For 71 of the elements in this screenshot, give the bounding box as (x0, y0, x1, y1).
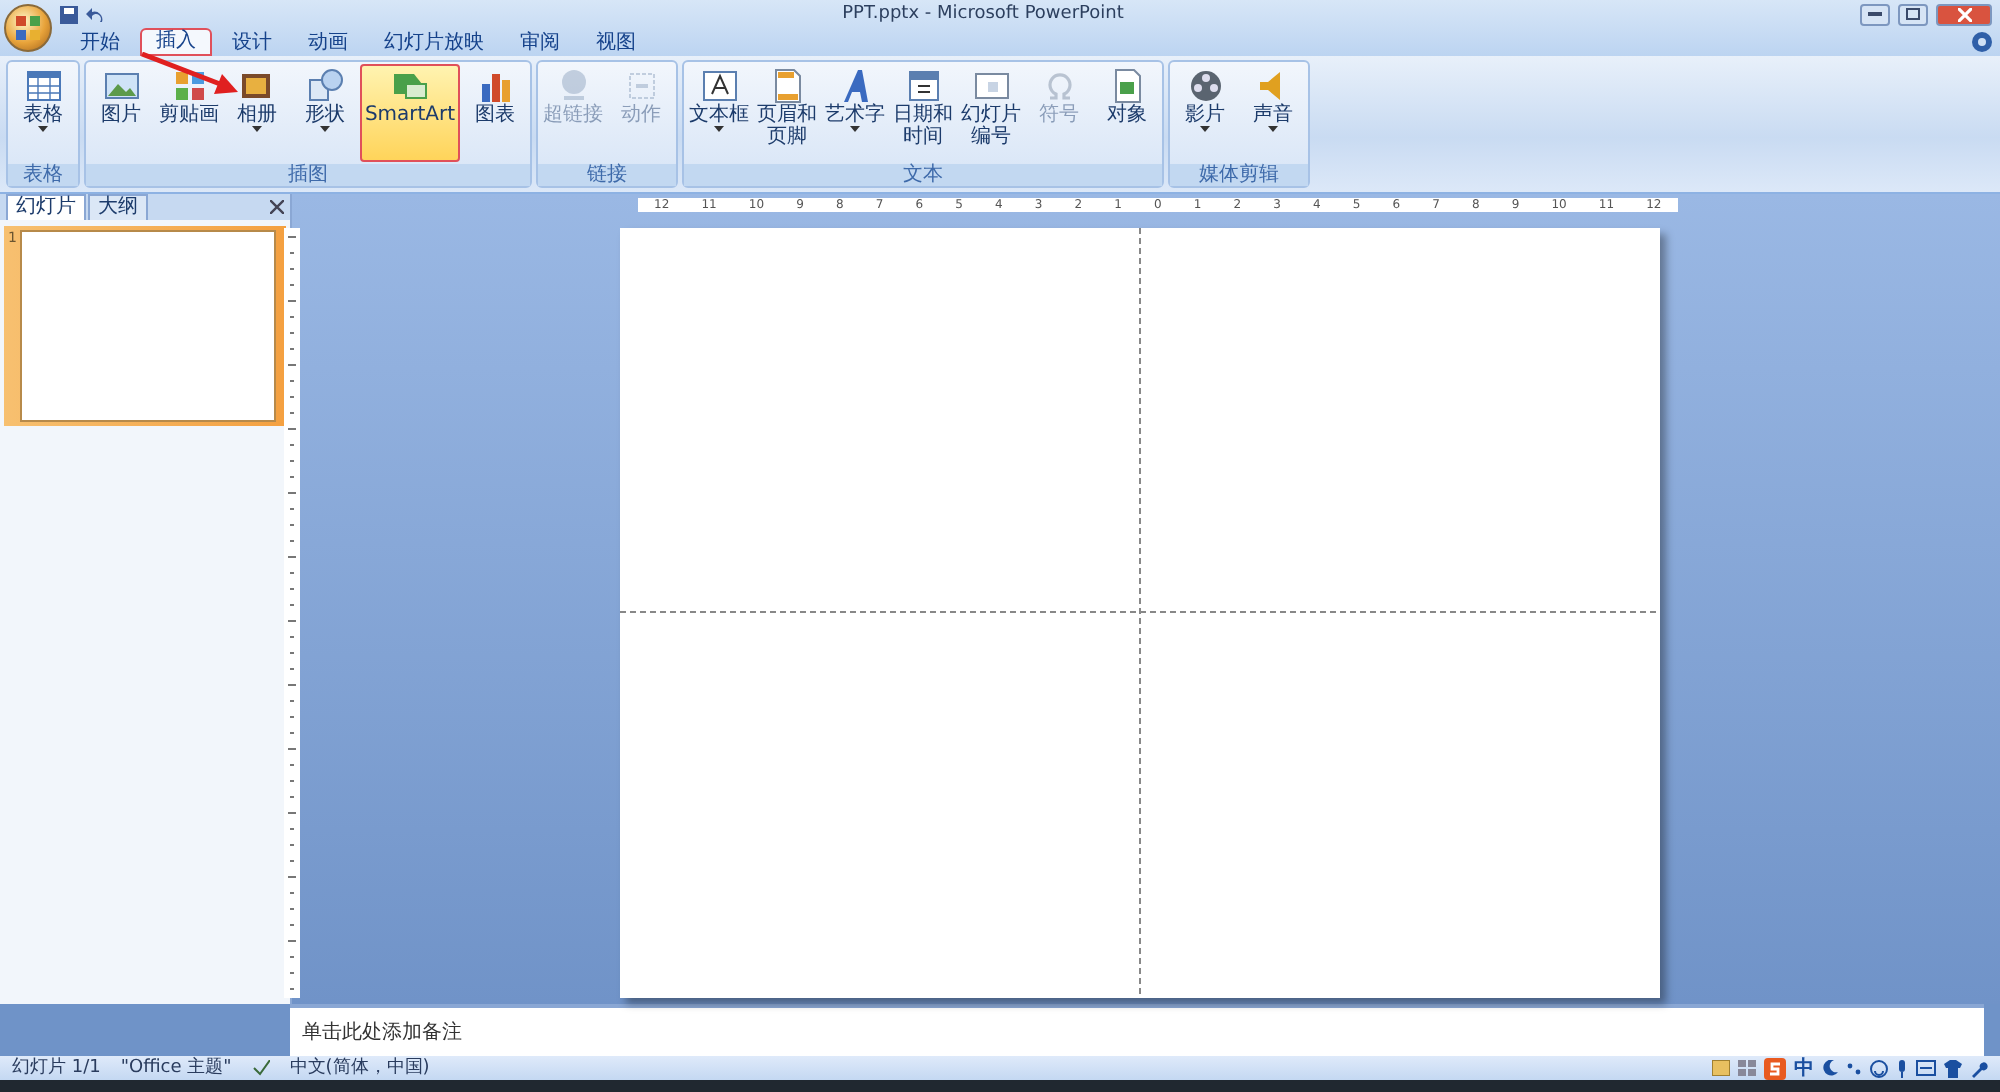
action-icon (623, 68, 659, 104)
smiley-icon[interactable] (1870, 1059, 1888, 1077)
group-label: 链接 (538, 164, 676, 186)
group-label: 文本 (684, 164, 1162, 186)
office-logo-icon (16, 16, 40, 40)
wrench-icon[interactable] (1970, 1059, 1988, 1077)
object-icon (1109, 68, 1145, 104)
ribbon-tab[interactable]: 审阅 (504, 30, 576, 56)
notes-field[interactable]: 单击此处添加备注 (290, 1004, 1984, 1056)
ribbon-button[interactable]: 图表 (462, 64, 528, 162)
moon-icon[interactable] (1822, 1060, 1838, 1076)
help-icon[interactable] (1972, 32, 1992, 52)
shapes-icon (307, 68, 343, 104)
status-text: 中文(简体，中国) (289, 1056, 430, 1080)
status-text: "Office 主题" (120, 1056, 232, 1080)
shirt-icon[interactable] (1944, 1059, 1962, 1077)
minimize-button[interactable] (1860, 3, 1890, 25)
ribbon-tab[interactable]: 动画 (292, 30, 364, 56)
picture-icon (103, 68, 139, 104)
ribbon-button[interactable]: 图片 (88, 64, 154, 162)
page-icon (769, 68, 805, 104)
panel-tab[interactable]: 幻灯片 (6, 194, 86, 220)
ribbon-button[interactable]: 影片 (1172, 64, 1238, 162)
film-reel-icon (1187, 68, 1223, 104)
ribbon-tab[interactable]: 设计 (216, 30, 288, 56)
restore-icon (1906, 8, 1920, 20)
ribbon-tab[interactable]: 开始 (64, 30, 136, 56)
window-title: PPT.pptx - Microsoft PowerPoint (840, 4, 1126, 24)
ribbon-button[interactable]: 形状 (292, 64, 358, 162)
spellcheck-icon[interactable] (251, 1060, 270, 1076)
bar-chart-icon (477, 68, 513, 104)
ribbon-button[interactable]: 幻灯片编号 (958, 64, 1024, 162)
group-label: 插图 (86, 164, 530, 186)
ribbon-button[interactable]: 表格 (10, 64, 76, 162)
office-button[interactable] (4, 4, 52, 52)
ribbon-button[interactable]: 艺术字 (822, 64, 888, 162)
close-icon[interactable] (270, 200, 284, 214)
group-label: 媒体剪辑 (1170, 164, 1308, 186)
smartart-icon (392, 68, 428, 104)
ribbon-button[interactable]: SmartArt (360, 64, 460, 162)
save-icon[interactable] (60, 5, 78, 23)
input-mode-indicator[interactable]: 中 (1794, 1057, 1814, 1079)
calendar-icon (905, 68, 941, 104)
microphone-icon[interactable] (1896, 1059, 1908, 1077)
ribbon-button[interactable]: 文本框 (686, 64, 752, 162)
slide-number-icon (973, 68, 1009, 104)
text-box-icon (701, 68, 737, 104)
minimize-icon (1868, 12, 1882, 16)
undo-icon[interactable] (86, 5, 106, 23)
group-label: 表格 (8, 164, 78, 186)
panel-tab[interactable]: 大纲 (88, 194, 148, 220)
grid-view-icon[interactable] (1738, 1060, 1756, 1076)
clipart-icon (171, 68, 207, 104)
input-method-icon[interactable] (1764, 1057, 1786, 1079)
table-icon (25, 68, 61, 104)
status-text: 幻灯片 1/1 (12, 1056, 101, 1080)
ribbon-tab[interactable]: 视图 (580, 30, 652, 56)
restore-button[interactable] (1898, 3, 1928, 25)
photo-album-icon (239, 68, 275, 104)
punctuation-icon[interactable] (1846, 1060, 1862, 1076)
ribbon-button[interactable]: 日期和时间 (890, 64, 956, 162)
ribbon-button[interactable]: 页眉和页脚 (754, 64, 820, 162)
ribbon-button[interactable]: 声音 (1240, 64, 1306, 162)
ribbon-button[interactable]: 对象 (1094, 64, 1160, 162)
ribbon-tab[interactable]: 插入 (140, 28, 212, 56)
ribbon-button[interactable]: 剪贴画 (156, 64, 222, 162)
close-button[interactable] (1936, 3, 1992, 25)
ribbon-button[interactable]: 相册 (224, 64, 290, 162)
ribbon-tab[interactable]: 幻灯片放映 (368, 30, 500, 56)
close-icon (1957, 7, 1971, 21)
keyboard-icon[interactable] (1916, 1060, 1936, 1076)
